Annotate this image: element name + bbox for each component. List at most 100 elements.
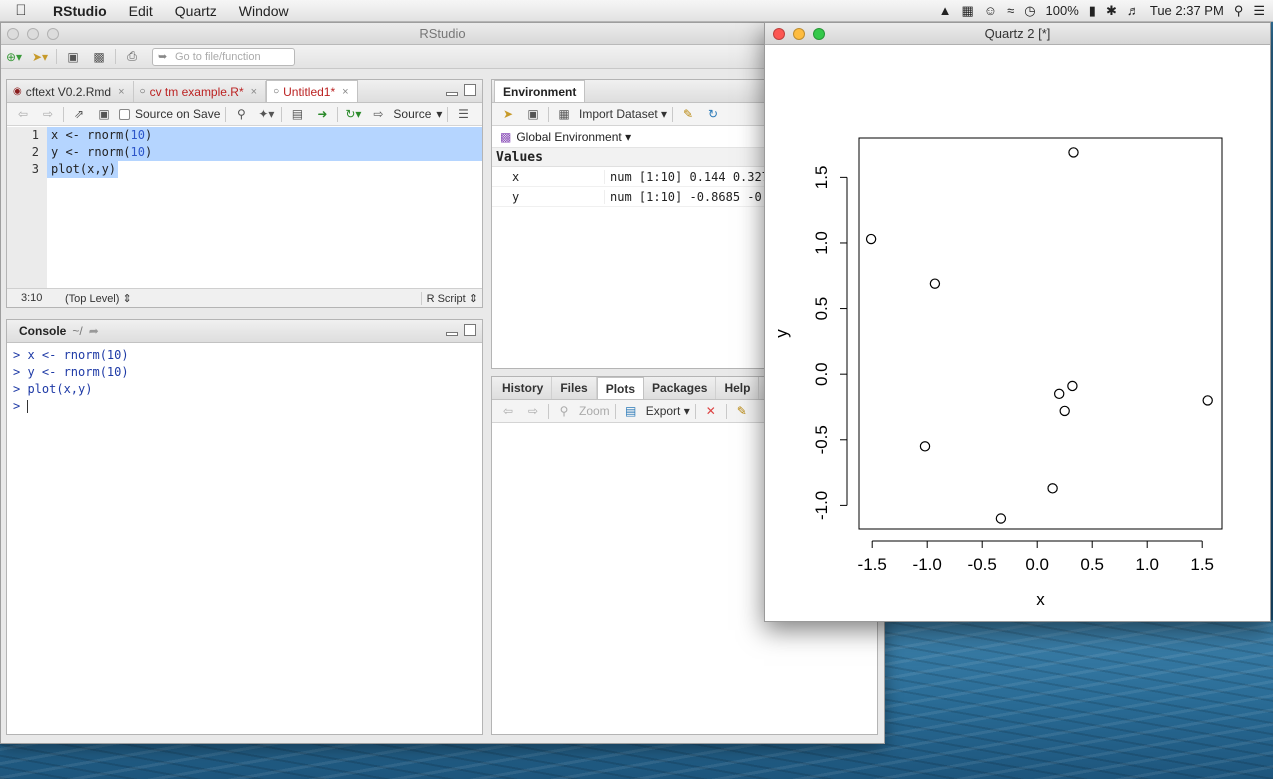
tab-files[interactable]: Files (552, 377, 597, 399)
environment-scope-dropdown[interactable]: Global Environment ▾ (516, 130, 631, 144)
x-tick-label: -0.5 (968, 555, 997, 574)
run-line-icon[interactable]: ➜ (312, 105, 332, 123)
tab-help[interactable]: Help (716, 377, 760, 399)
console-path: ~/ (72, 324, 83, 338)
data-point (995, 513, 1007, 524)
clear-workspace-broom-icon[interactable]: ✎ (678, 105, 698, 123)
maximize-pane-icon[interactable] (464, 324, 476, 336)
tab-untitled1[interactable]: ○ Untitled1* × (266, 80, 358, 102)
minimize-pane-icon[interactable] (446, 332, 458, 336)
code-line[interactable]: 1 x <- rnorm(10) (7, 127, 482, 144)
time-machine-icon[interactable]: ◷ (1024, 3, 1035, 19)
compile-notebook-icon[interactable]: ▤ (287, 105, 307, 123)
spotlight-search-icon[interactable]: ⚲ (1234, 3, 1244, 19)
battery-icon[interactable]: ▮ (1089, 3, 1096, 19)
minimize-window-button[interactable] (27, 28, 39, 40)
battery-percent[interactable]: 100% (1046, 3, 1079, 18)
tab-environment[interactable]: Environment (494, 80, 586, 102)
forward-icon[interactable]: ⇨ (38, 105, 58, 123)
source-on-save-checkbox[interactable] (119, 108, 130, 120)
menu-window[interactable]: Window (228, 3, 300, 19)
bluetooth-icon[interactable]: ✱ (1106, 3, 1117, 19)
menu-edit[interactable]: Edit (118, 3, 164, 19)
y-tick-label: -0.5 (812, 425, 831, 454)
close-window-button[interactable] (773, 28, 785, 40)
apple-menu-icon[interactable]:  (0, 2, 42, 19)
close-window-button[interactable] (7, 28, 19, 40)
code-line[interactable]: 3 plot(x,y) (7, 161, 482, 178)
menu-quartz[interactable]: Quartz (164, 3, 228, 19)
export-button[interactable]: Export ▾ (646, 404, 690, 418)
tab-packages[interactable]: Packages (644, 377, 717, 399)
remove-plot-icon[interactable]: ✕ (701, 402, 721, 420)
maximize-pane-icon[interactable] (464, 84, 476, 96)
code-line[interactable]: 2 y <- rnorm(10) (7, 144, 482, 161)
next-plot-icon[interactable]: ⇨ (523, 402, 543, 420)
console-output[interactable]: > x <- rnorm(10) > y <- rnorm(10) > plot… (7, 343, 482, 734)
console-title: Console (19, 324, 67, 338)
zoom-window-button[interactable] (47, 28, 59, 40)
notification-center-icon[interactable]: ☰ (1253, 3, 1265, 19)
variable-value: num [1:10] -0.8685 -0. (610, 189, 769, 204)
y-tick-label: 0.0 (812, 362, 831, 386)
tab-history[interactable]: History (494, 377, 553, 399)
source-button[interactable]: Source (393, 107, 431, 121)
clock[interactable]: Tue 2:37 PM (1150, 3, 1224, 18)
clear-plots-broom-icon[interactable]: ✎ (732, 402, 752, 420)
main-toolbar: ⊕▾ ➤▾ ▣ ▩ ⎙ ➥ Go to file/function (1, 45, 884, 69)
data-point (919, 441, 931, 452)
close-tab-icon[interactable]: × (118, 86, 124, 98)
file-type-selector[interactable]: R Script ⇕ (420, 291, 482, 305)
source-dropdown-icon[interactable]: ▾ (436, 107, 442, 121)
wifi-icon[interactable]: ≈ (1007, 3, 1014, 18)
close-tab-icon[interactable]: × (342, 86, 348, 98)
save-icon[interactable]: ▣ (63, 48, 83, 66)
zoom-window-button[interactable] (813, 28, 825, 40)
show-in-window-icon[interactable]: ⇗ (69, 105, 89, 123)
console-prompt[interactable]: > (13, 398, 476, 415)
back-icon[interactable]: ⇦ (13, 105, 33, 123)
zoom-button[interactable]: Zoom (579, 404, 610, 418)
previous-plot-icon[interactable]: ⇦ (498, 402, 518, 420)
refresh-icon[interactable]: ↻ (703, 105, 723, 123)
code-editor[interactable]: 1 x <- rnorm(10) 2 y <- rnorm(10) 3 plot… (7, 127, 482, 288)
print-icon[interactable]: ⎙ (122, 48, 142, 66)
load-workspace-icon[interactable]: ➤ (498, 105, 518, 123)
variable-value: num [1:10] 0.144 0.327 (610, 169, 769, 184)
minimize-pane-icon[interactable] (446, 92, 458, 96)
volume-icon[interactable]: ♬ (1127, 3, 1140, 18)
accessibility-icon[interactable]: ☺ (984, 3, 997, 18)
drive-icon[interactable]: ▲ (939, 3, 952, 18)
menu-app[interactable]: RStudio (42, 3, 118, 19)
editor-tabs: ◉ cftext V0.2.Rmd × ○ cv tm example.R* ×… (7, 80, 482, 103)
find-icon[interactable]: ⚲ (231, 105, 251, 123)
import-dataset-button[interactable]: Import Dataset ▾ (579, 107, 667, 121)
tab-cftext[interactable]: ◉ cftext V0.2.Rmd × (7, 81, 134, 102)
minimize-window-button[interactable] (793, 28, 805, 40)
variable-name: y (492, 189, 605, 204)
open-project-icon[interactable]: ➤▾ (30, 48, 50, 66)
save-all-icon[interactable]: ▩ (89, 48, 109, 66)
new-file-icon[interactable]: ⊕▾ (4, 48, 24, 66)
y-tick-label: 1.0 (812, 231, 831, 255)
save-workspace-icon[interactable]: ▣ (523, 105, 543, 123)
data-point (1202, 395, 1213, 406)
dropbox-icon[interactable]: ▦ (961, 3, 973, 19)
data-point (929, 278, 941, 289)
tab-cv-tm-example[interactable]: ○ cv tm example.R* × (134, 81, 267, 102)
rerun-icon[interactable]: ↻▾ (343, 105, 363, 123)
zoom-icon[interactable]: ⚲ (554, 402, 574, 420)
console-goto-dir-icon[interactable]: ➦ (89, 324, 99, 338)
tab-plots[interactable]: Plots (596, 377, 645, 399)
outline-icon[interactable]: ☰ (453, 105, 473, 123)
source-icon[interactable]: ⇨ (368, 105, 388, 123)
save-doc-icon[interactable]: ▣ (94, 105, 114, 123)
import-dataset-icon[interactable]: ▦ (554, 105, 574, 123)
export-icon[interactable]: ▤ (621, 402, 641, 420)
variable-name: x (492, 169, 605, 184)
line-number: 2 (31, 145, 39, 159)
goto-file-input[interactable]: ➥ Go to file/function (152, 47, 295, 66)
scope-selector[interactable]: (Top Level) ⇕ (65, 292, 132, 305)
code-tools-wand-icon[interactable]: ✦▾ (256, 105, 276, 123)
close-tab-icon[interactable]: × (251, 86, 257, 98)
